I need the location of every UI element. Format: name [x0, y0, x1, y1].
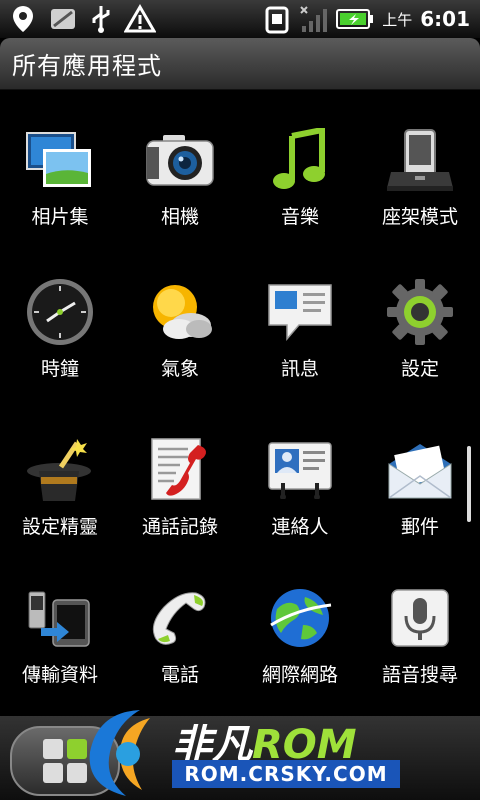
signal-icon — [298, 4, 328, 34]
app-grid: 相片集 相機 音樂 座架模式 時鐘 氣象 訊息 設定 設定精靈 通話記錄 連絡人… — [0, 94, 480, 714]
gallery-icon — [24, 124, 96, 196]
mail-envelope-icon — [384, 434, 456, 506]
call-log-icon — [144, 434, 216, 506]
page-title: 所有應用程式 — [12, 52, 162, 80]
scrollbar-thumb[interactable] — [467, 446, 471, 522]
app-label: 連絡人 — [271, 516, 329, 538]
title-bar: 所有應用程式 — [0, 38, 480, 90]
app-label: 訊息 — [280, 358, 319, 380]
watermark-swirl-icon — [89, 710, 150, 796]
app-browser[interactable]: 網際網路 — [240, 552, 360, 702]
app-label: 音樂 — [280, 206, 319, 228]
app-label: 氣象 — [160, 358, 199, 380]
mail-icon — [48, 4, 78, 34]
app-label: 郵件 — [400, 516, 439, 538]
app-clock[interactable]: 時鐘 — [0, 246, 120, 396]
app-label: 座架模式 — [381, 206, 458, 228]
ampm-indicator: 上午 — [382, 10, 413, 29]
app-mail[interactable]: 郵件 — [360, 404, 480, 554]
clock-icon — [24, 276, 96, 348]
phone-icon — [144, 582, 216, 654]
app-weather[interactable]: 氣象 — [120, 246, 240, 396]
app-label: 設定精靈 — [21, 516, 98, 538]
app-voice-search[interactable]: 語音搜尋 — [360, 552, 480, 702]
app-music[interactable]: 音樂 — [240, 94, 360, 244]
app-label: 相機 — [160, 206, 199, 228]
microphone-icon — [384, 582, 456, 654]
app-label: 通話記錄 — [141, 516, 218, 538]
messages-icon — [264, 276, 336, 348]
app-transfer[interactable]: 傳輸資料 — [0, 552, 120, 702]
sim-icon — [264, 4, 290, 34]
clock-time: 6:01 — [420, 7, 470, 31]
app-settings[interactable]: 設定 — [360, 246, 480, 396]
app-contacts[interactable]: 連絡人 — [240, 404, 360, 554]
app-label: 電話 — [160, 664, 199, 686]
app-camera[interactable]: 相機 — [120, 94, 240, 244]
app-messages[interactable]: 訊息 — [240, 246, 360, 396]
app-label: 網際網路 — [261, 664, 338, 686]
usb-icon — [88, 4, 114, 34]
app-gallery[interactable]: 相片集 — [0, 94, 120, 244]
app-label: 時鐘 — [40, 358, 79, 380]
dock-mode-icon — [384, 124, 456, 196]
app-setup-wizard[interactable]: 設定精靈 — [0, 404, 120, 554]
app-label: 設定 — [400, 358, 439, 380]
battery-charging-icon — [336, 7, 374, 31]
music-icon — [264, 124, 336, 196]
status-bar: 上午 6:01 — [0, 0, 480, 38]
contacts-icon — [264, 434, 336, 506]
location-pin-icon — [8, 4, 38, 34]
app-label: 語音搜尋 — [381, 664, 458, 686]
weather-icon — [144, 276, 216, 348]
app-dock-mode[interactable]: 座架模式 — [360, 94, 480, 244]
app-phone[interactable]: 電話 — [120, 552, 240, 702]
camera-icon — [144, 124, 216, 196]
app-label: 相片集 — [31, 206, 89, 228]
watermark-url: ROM.CRSKY.COM — [172, 760, 400, 788]
app-label: 傳輸資料 — [21, 664, 98, 686]
warning-icon — [124, 4, 156, 34]
globe-icon — [264, 582, 336, 654]
watermark-logo: 非凡ROM ROM.CRSKY.COM — [80, 704, 410, 800]
setup-wizard-icon — [24, 434, 96, 506]
app-call-log[interactable]: 通話記錄 — [120, 404, 240, 554]
settings-gear-icon — [384, 276, 456, 348]
transfer-icon — [24, 582, 96, 654]
